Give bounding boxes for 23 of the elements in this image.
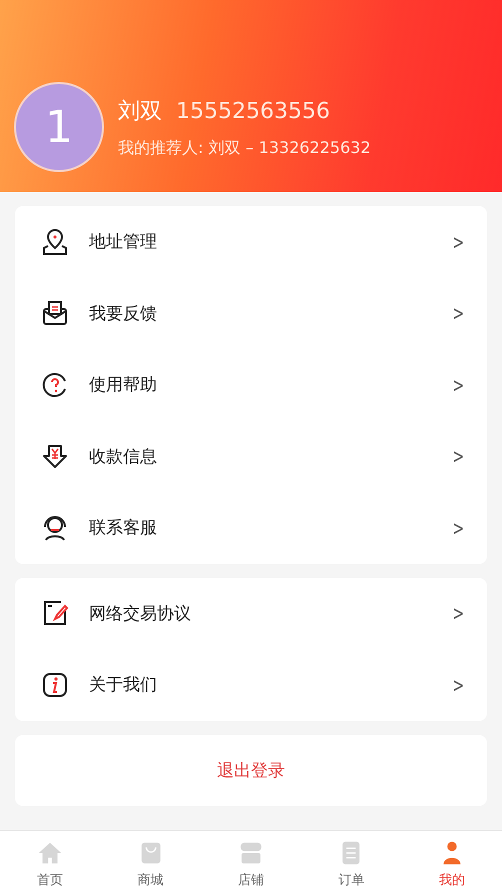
- menu-item[interactable]: 联系客服: [89, 516, 450, 540]
- chevron-icon: >: [452, 601, 464, 626]
- user-name: 刘双: [118, 98, 162, 126]
- tab[interactable]: 我的: [402, 831, 502, 896]
- chevron-icon: >: [452, 301, 464, 326]
- tab[interactable]: 首页: [0, 831, 100, 896]
- referrer-text: 我的推荐人: 刘双 – 13326225632: [118, 138, 371, 158]
- tab[interactable]: 商城: [100, 831, 201, 896]
- menu-item[interactable]: 我要反馈: [89, 302, 450, 325]
- menu-item[interactable]: 关于我们: [89, 673, 450, 696]
- menu-item[interactable]: 网络交易协议: [89, 602, 450, 625]
- chevron-icon: >: [452, 516, 464, 540]
- menu-item[interactable]: 地址管理: [89, 230, 450, 254]
- tab[interactable]: 店铺: [200, 831, 302, 896]
- phone-number: 15552563556: [176, 98, 330, 124]
- chevron-icon: >: [452, 230, 464, 254]
- chevron-icon: >: [452, 444, 464, 468]
- chevron-icon: >: [452, 672, 464, 697]
- chevron-icon: >: [452, 372, 464, 397]
- menu-item[interactable]: 收款信息: [89, 444, 450, 468]
- logout-button[interactable]: 退出登录: [15, 734, 487, 806]
- tab[interactable]: 订单: [301, 831, 402, 896]
- menu-item[interactable]: 使用帮助: [89, 373, 450, 396]
